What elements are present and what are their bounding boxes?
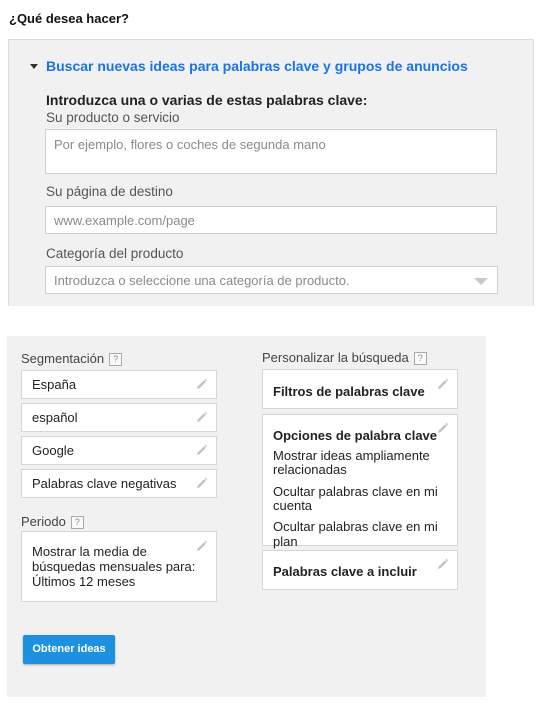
period-line-2: búsquedas mensuales para: — [32, 559, 196, 574]
pencil-icon[interactable] — [195, 378, 208, 391]
period-card[interactable]: Mostrar la media de búsquedas mensuales … — [21, 531, 217, 602]
period-line-3: Últimos 12 meses — [32, 574, 136, 589]
intro-heading: Introduzca una o varias de estas palabra… — [46, 92, 368, 108]
targeting-label: Segmentación — [21, 351, 105, 366]
category-label: Categoría del producto — [46, 246, 184, 261]
product-label: Su producto o servicio — [46, 110, 180, 125]
period-help-icon[interactable]: ? — [70, 516, 84, 529]
targeting-language-label: español — [32, 410, 78, 425]
pencil-icon[interactable] — [436, 558, 449, 571]
option-hide-account-line-1: Ocultar palabras clave en mi — [273, 484, 438, 499]
keyword-options-title: Opciones de palabra clave — [273, 428, 438, 443]
targeting-negative-keywords-label: Palabras clave negativas — [32, 476, 177, 491]
expand-triangle-icon[interactable] — [30, 64, 38, 69]
keywords-to-include-card[interactable]: Palabras clave a incluir — [262, 550, 458, 590]
dropdown-arrow-icon — [474, 278, 488, 285]
landing-page-input[interactable]: www.example.com/page — [45, 206, 497, 234]
pencil-icon[interactable] — [195, 411, 208, 424]
category-select-value: Introduzca o seleccione una categoría de… — [54, 273, 350, 288]
targeting-heading: Segmentación? — [21, 351, 123, 366]
product-input[interactable]: Por ejemplo, flores o coches de segunda … — [45, 129, 497, 174]
targeting-negative-keywords-card[interactable]: Palabras clave negativas — [21, 469, 217, 498]
keywords-to-include-title: Palabras clave a incluir — [273, 564, 417, 579]
pencil-icon[interactable] — [195, 444, 208, 457]
targeting-network-card[interactable]: Google — [21, 436, 217, 465]
category-select[interactable]: Introduzca o seleccione una categoría de… — [45, 266, 498, 294]
keyword-filters-card[interactable]: Filtros de palabras clave — [262, 369, 458, 409]
get-ideas-button[interactable]: Obtener ideas — [23, 635, 115, 664]
pencil-icon[interactable] — [436, 378, 449, 391]
customize-heading: Personalizar la búsqueda? — [262, 350, 427, 365]
period-label: Periodo — [21, 514, 66, 529]
customize-help-icon[interactable]: ? — [413, 352, 427, 365]
period-heading: Periodo? — [21, 514, 84, 529]
customize-label: Personalizar la búsqueda — [262, 350, 409, 365]
option-hide-account-line-2: cuenta — [273, 498, 313, 513]
targeting-language-card[interactable]: español — [21, 403, 217, 432]
keyword-options-card[interactable]: Opciones de palabra clave Mostrar ideas … — [262, 414, 458, 549]
pencil-icon[interactable] — [195, 477, 208, 490]
pencil-icon[interactable] — [436, 422, 449, 435]
option-broad-ideas-line-2: relacionadas — [273, 462, 347, 477]
option-hide-plan: Ocultar palabras clave en mi plan — [273, 519, 438, 549]
landing-page-label: Su página de destino — [46, 184, 173, 199]
keyword-filters-title: Filtros de palabras clave — [273, 384, 425, 399]
pencil-icon[interactable] — [195, 540, 208, 553]
expand-idea-section-link[interactable]: Buscar nuevas ideas para palabras clave … — [46, 58, 468, 74]
targeting-help-icon[interactable]: ? — [109, 353, 123, 366]
targeting-network-label: Google — [32, 443, 74, 458]
period-line-1: Mostrar la media de — [32, 544, 147, 559]
page-question: ¿Qué desea hacer? — [9, 11, 129, 26]
targeting-location-label: España — [32, 377, 77, 392]
targeting-location-card[interactable]: España — [21, 370, 217, 399]
option-broad-ideas-line-1: Mostrar ideas ampliamente — [273, 448, 430, 463]
